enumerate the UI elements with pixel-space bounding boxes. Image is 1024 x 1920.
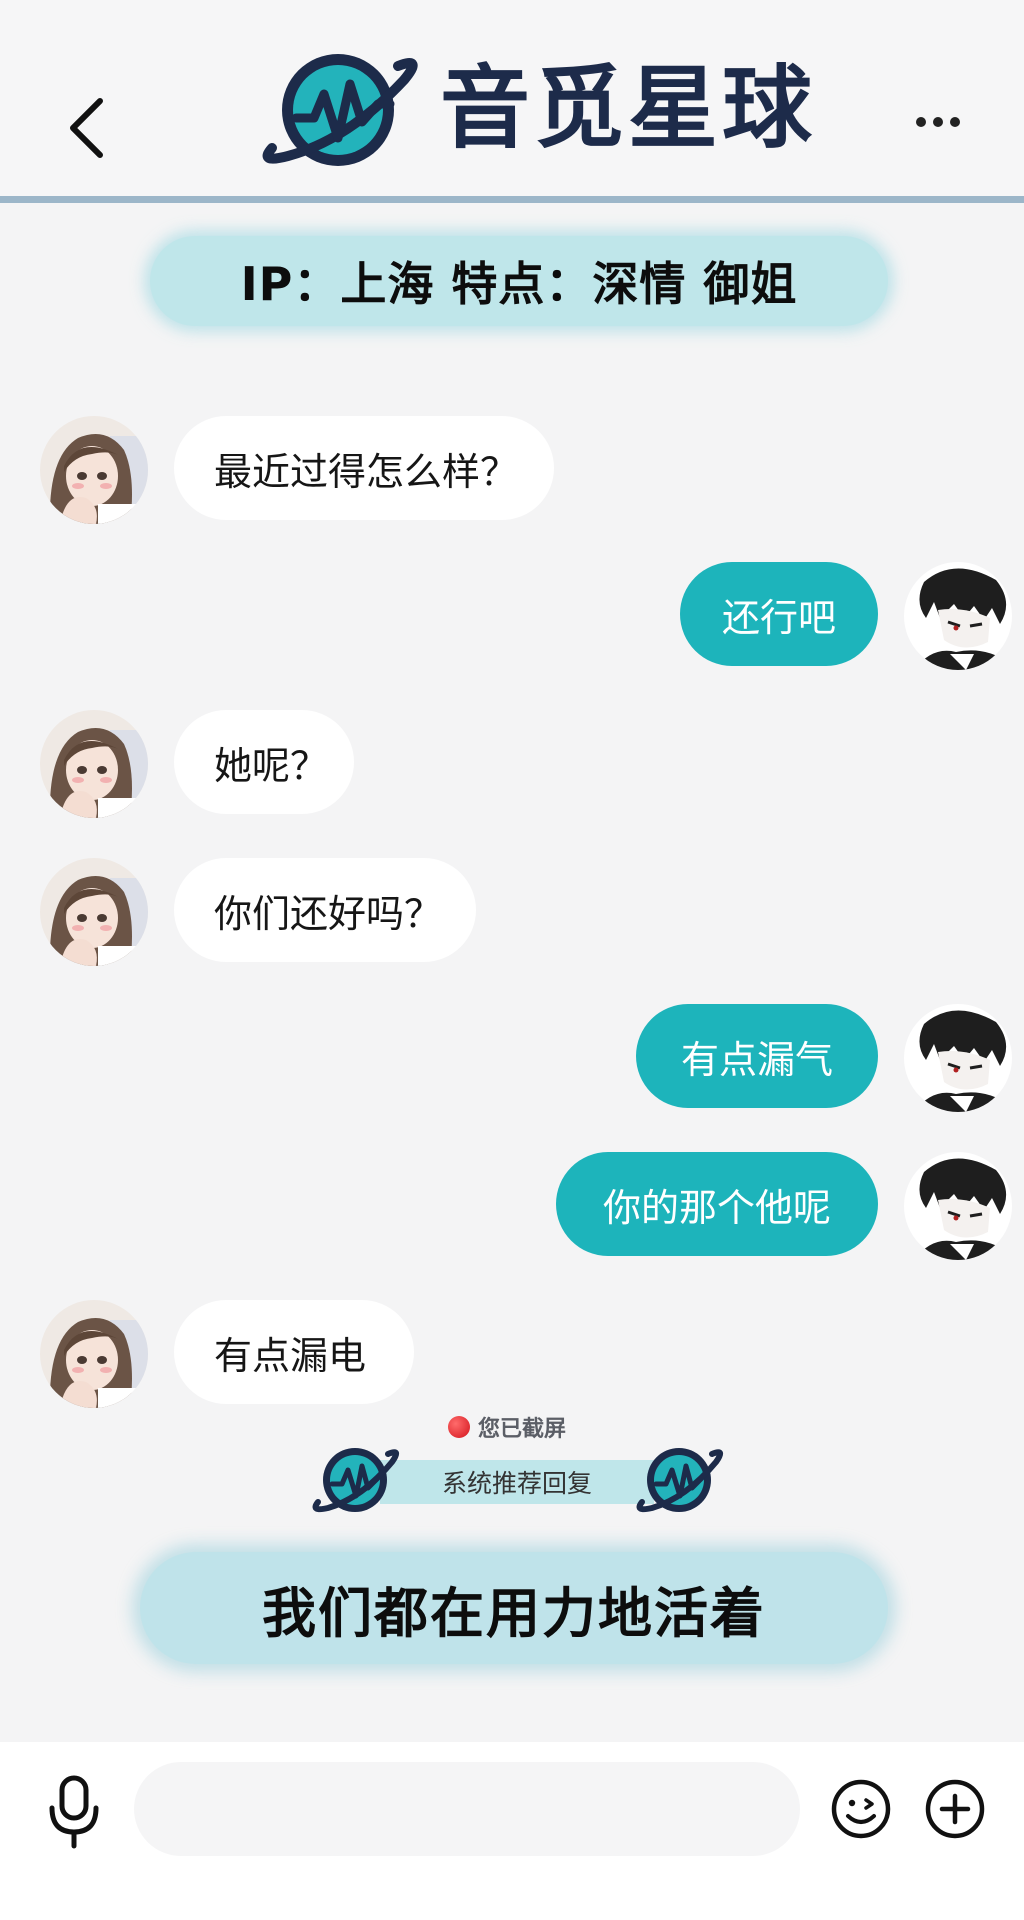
add-attachment-button[interactable] [924, 1778, 986, 1840]
emoji-icon [831, 1779, 891, 1839]
planet-logo-icon [312, 1448, 400, 1513]
recommendation-label: 系统推荐回复 [310, 1440, 724, 1520]
app-logo: 音觅星球 [258, 44, 816, 174]
planet-logo-icon [636, 1448, 724, 1513]
contact-avatar[interactable] [40, 416, 148, 524]
more-dots-icon [916, 117, 926, 127]
record-dot-icon [448, 1416, 470, 1438]
microphone-icon [49, 1775, 99, 1849]
input-bar [0, 1742, 1024, 1920]
more-options-button[interactable] [908, 96, 968, 148]
screenshot-notice-text: 您已截屏 [478, 1417, 567, 1442]
back-arrow-icon [70, 98, 103, 158]
contact-avatar[interactable] [40, 1300, 148, 1408]
recommended-reply-button[interactable]: 我们都在用力地活着 [140, 1552, 888, 1664]
contact-avatar[interactable] [40, 710, 148, 818]
message-bubble-outgoing[interactable]: 你的那个他呢 [556, 1152, 878, 1256]
header-divider [0, 196, 1024, 203]
message-input[interactable] [134, 1762, 800, 1856]
back-button[interactable] [58, 88, 114, 168]
voice-button[interactable] [44, 1772, 104, 1852]
message-bubble-incoming[interactable]: 她呢？ [174, 710, 354, 814]
app-title: 音觅星球 [440, 56, 816, 161]
message-bubble-outgoing[interactable]: 有点漏气 [636, 1004, 878, 1108]
user-avatar[interactable] [904, 1004, 1012, 1112]
user-avatar[interactable] [904, 1152, 1012, 1260]
user-avatar[interactable] [904, 562, 1012, 670]
message-bubble-outgoing[interactable]: 还行吧 [680, 562, 878, 666]
message-bubble-incoming[interactable]: 你们还好吗？ [174, 858, 476, 962]
recommendation-label-text: 系统推荐回复 [380, 1460, 654, 1504]
plus-icon [925, 1779, 985, 1839]
screenshot-notice: 您已截屏 [448, 1412, 566, 1442]
contact-avatar[interactable] [40, 858, 148, 966]
message-bubble-incoming[interactable]: 最近过得怎么样？ [174, 416, 554, 520]
planet-logo-icon [262, 54, 418, 166]
emoji-button[interactable] [830, 1778, 892, 1840]
profile-info-banner: IP：上海 特点：深情 御姐 [150, 236, 888, 326]
top-nav-bar: 音觅星球 [0, 0, 1024, 200]
message-bubble-incoming[interactable]: 有点漏电 [174, 1300, 414, 1404]
